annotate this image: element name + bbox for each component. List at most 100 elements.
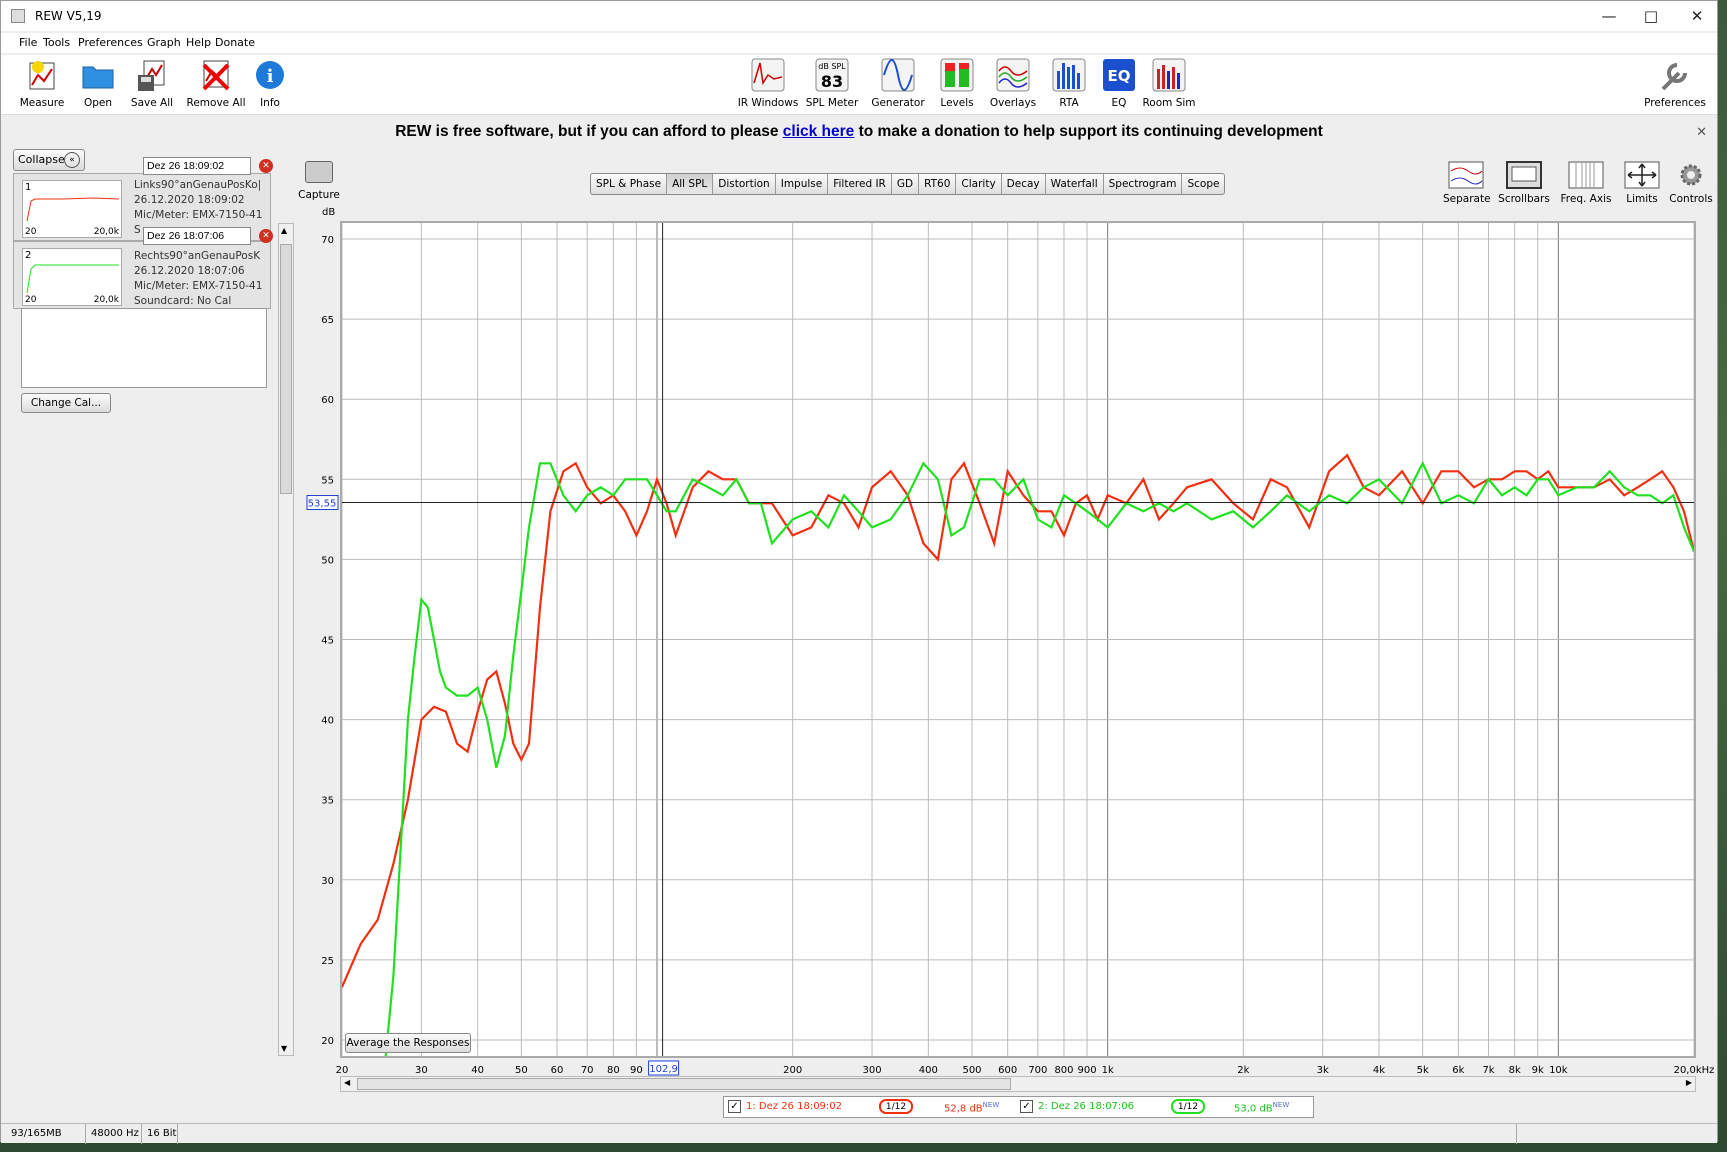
menu-help[interactable]: Help	[186, 36, 211, 49]
smoothing-button-2[interactable]: 1/12	[1171, 1099, 1205, 1114]
controls-button[interactable]: Controls	[1667, 161, 1715, 205]
tab-spl-phase[interactable]: SPL & Phase	[591, 174, 668, 194]
preferences-button[interactable]: Preferences	[1643, 57, 1707, 109]
measurement-timestamp: 26.12.2020 18:07:06	[134, 265, 245, 277]
tab-scope[interactable]: Scope	[1182, 174, 1224, 194]
delete-measurement-icon[interactable]: ✕	[259, 159, 273, 173]
legend-series-2-name: 2: Dez 26 18:07:06	[1038, 1101, 1135, 1112]
measurement-thumbnail: 2 20 20,0k	[22, 248, 122, 306]
measurement-date-field[interactable]	[143, 227, 251, 245]
scroll-up-icon[interactable]: ▲	[281, 226, 287, 235]
x-tick-label: 10k	[1549, 1065, 1568, 1076]
separate-icon	[1448, 161, 1484, 189]
scroll-right-icon[interactable]: ▶	[1686, 1078, 1692, 1087]
tab-impulse[interactable]: Impulse	[776, 174, 829, 194]
legend-series-1-name: 1: Dez 26 18:09:02	[746, 1101, 843, 1112]
measure-button[interactable]: Measure	[10, 57, 74, 109]
series-1-checkbox[interactable]: ✓	[728, 1100, 741, 1113]
y-axis-labels: 20 25 30 35 40 45 50 55 60 65 70 53,55	[306, 235, 339, 1047]
scroll-thumb[interactable]	[357, 1078, 1011, 1090]
tab-waterfall[interactable]: Waterfall	[1046, 174, 1104, 194]
spl-graph[interactable]	[340, 221, 1696, 1058]
generator-button[interactable]: Generator	[866, 57, 930, 109]
menu-tools[interactable]: Tools	[43, 36, 70, 49]
levels-icon	[940, 58, 974, 92]
panel-scrollbar[interactable]: ▲ ▼	[278, 223, 294, 1056]
measurement-timestamp: 26.12.2020 18:09:02	[134, 194, 245, 206]
measurement-header-1: ✕	[13, 157, 273, 177]
y-tick-label: 20	[321, 1036, 334, 1047]
tab-filtered-ir[interactable]: Filtered IR	[828, 174, 892, 194]
x-tick-label: 90	[630, 1065, 643, 1076]
measurement-header-2: ✕	[13, 227, 273, 247]
sample-rate: 48000 Hz	[91, 1128, 139, 1139]
menu-file[interactable]: File	[19, 36, 37, 49]
smoothing-button-1[interactable]: 1/12	[879, 1099, 913, 1114]
x-tick-label: 5k	[1417, 1065, 1429, 1076]
menu-graph[interactable]: Graph	[147, 36, 181, 49]
change-cal-button[interactable]: Change Cal...	[21, 393, 111, 413]
measurement-mic: Mic/Meter: EMX-7150-41	[134, 280, 263, 292]
tab-rt60[interactable]: RT60	[919, 174, 957, 194]
x-tick-label: 6k	[1452, 1065, 1464, 1076]
graph-horizontal-scrollbar[interactable]: ◀ ▶	[340, 1076, 1696, 1092]
tab-gd[interactable]: GD	[892, 174, 920, 194]
maximize-button[interactable]: □	[1631, 5, 1671, 27]
y-tick-label: 60	[321, 395, 334, 406]
measurement-name: Rechts90°anGenauPosK	[134, 250, 261, 262]
measurement-date-field[interactable]	[143, 157, 251, 175]
x-tick-label: 50	[515, 1065, 528, 1076]
separate-button[interactable]: Separate	[1443, 161, 1491, 205]
donate-link[interactable]: click here	[783, 123, 855, 140]
x-tick-label: 800	[1054, 1065, 1073, 1076]
tab-decay[interactable]: Decay	[1002, 174, 1046, 194]
tab-distortion[interactable]: Distortion	[713, 174, 776, 194]
tab-clarity[interactable]: Clarity	[956, 174, 1002, 194]
delete-measurement-icon[interactable]: ✕	[259, 229, 273, 243]
spl-chart-svg[interactable]	[342, 223, 1694, 1056]
spl-meter-button[interactable]: dB SPL 83 SPL Meter	[800, 57, 864, 109]
capture-button[interactable]: Capture	[297, 161, 341, 201]
overlays-button[interactable]: Overlays	[981, 57, 1045, 109]
x-tick-label: 3k	[1317, 1065, 1329, 1076]
room-sim-icon	[1152, 58, 1186, 92]
menu-donate[interactable]: Donate	[215, 36, 255, 49]
scroll-left-icon[interactable]: ◀	[344, 1078, 350, 1087]
scroll-down-icon[interactable]: ▼	[281, 1044, 287, 1053]
levels-button[interactable]: Levels	[925, 57, 989, 109]
save-all-button[interactable]: Save All	[120, 57, 184, 109]
x-tick-label: 2k	[1237, 1065, 1249, 1076]
measurement-item[interactable]: 2 20 20,0k Rechts90°anGenauPosK 26.12.20…	[13, 241, 271, 309]
title-bar: REW V5,19 — □ ✕	[1, 1, 1717, 31]
limits-button[interactable]: Limits	[1622, 161, 1662, 205]
freq-axis-button[interactable]: Freq. Axis	[1558, 161, 1614, 205]
average-responses-button[interactable]: Average the Responses	[345, 1033, 471, 1053]
ir-windows-icon	[751, 58, 785, 92]
generator-icon	[881, 58, 915, 92]
svg-text:i: i	[267, 66, 274, 87]
tab-spectrogram[interactable]: Spectrogram	[1104, 174, 1183, 194]
tab-all-spl[interactable]: All SPL	[667, 174, 714, 194]
x-tick-label: 4k	[1373, 1065, 1385, 1076]
scroll-thumb[interactable]	[280, 244, 292, 494]
menu-preferences[interactable]: Preferences	[78, 36, 143, 49]
measurement-notes[interactable]	[21, 308, 267, 388]
x-tick-label: 30	[415, 1065, 428, 1076]
menu-bar: File Tools Preferences Graph Help Donate	[1, 33, 1717, 53]
ir-windows-button[interactable]: IR Windows	[736, 57, 800, 109]
graph-legend: ✓ 1: Dez 26 18:09:02 1/12 52,8 dBNEW ✓ 2…	[723, 1096, 1314, 1118]
series-2-checkbox[interactable]: ✓	[1020, 1100, 1033, 1113]
measurement-name: Links90°anGenauPosKo|	[134, 179, 262, 191]
info-button[interactable]: i Info	[238, 57, 302, 109]
rta-icon	[1052, 58, 1086, 92]
series-line-2	[384, 460, 1694, 1056]
measure-icon	[29, 61, 55, 90]
close-banner-icon[interactable]: ✕	[1696, 117, 1707, 147]
close-button[interactable]: ✕	[1677, 5, 1717, 27]
scrollbars-button[interactable]: Scrollbars	[1497, 161, 1551, 205]
x-tick-label: 200	[783, 1065, 802, 1076]
room-sim-button[interactable]: Room Sim	[1137, 57, 1201, 109]
cursor-level-label: 53,55	[308, 499, 337, 510]
minimize-button[interactable]: —	[1589, 5, 1629, 27]
wrench-icon	[1661, 63, 1687, 91]
